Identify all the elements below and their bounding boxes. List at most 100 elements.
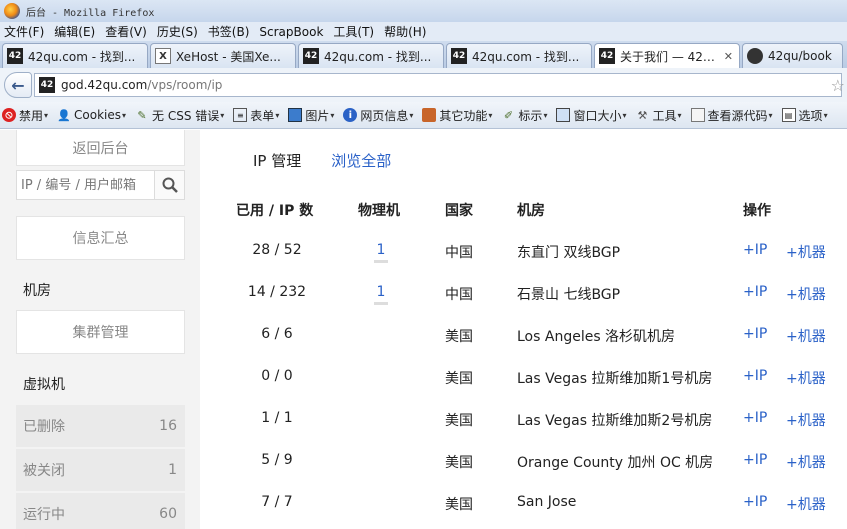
view-source-menu[interactable]: 查看源代码 ▾ [690, 107, 773, 124]
user-icon: 👤 [57, 108, 71, 122]
misc-menu[interactable]: 其它功能 ▾ [422, 107, 492, 124]
country: 美国 [445, 329, 473, 345]
css-menu[interactable]: ✎ 无 CSS 错误 ▾ [135, 107, 224, 124]
used-count: 7 / 7 [261, 494, 293, 510]
physical-link[interactable]: 1 [374, 242, 388, 263]
country: 美国 [445, 497, 473, 513]
add-machine-link[interactable]: +机器 [786, 368, 826, 388]
search-form [16, 170, 185, 200]
menu-bookmarks[interactable]: 书签(B) [208, 23, 250, 40]
add-ip-link[interactable]: +IP [743, 452, 767, 468]
cookies-menu[interactable]: 👤 Cookies ▾ [57, 108, 126, 122]
menu-help[interactable]: 帮助(H) [384, 23, 426, 40]
pencil-icon: ✎ [137, 108, 147, 122]
menu-history[interactable]: 历史(S) [157, 23, 198, 40]
browser-tab[interactable]: X XeHost - 美国Xe... [150, 43, 296, 68]
images-menu[interactable]: 图片 ▾ [288, 107, 334, 124]
room-name: 石景山 七线BGP [517, 287, 621, 303]
url-path: /vps/room/ip [147, 78, 223, 92]
back-to-admin-button[interactable]: 返回后台 [16, 130, 185, 166]
table-row: 7 / 7 美国 San Jose +IP +机器 [200, 494, 847, 529]
header-physical: 物理机 [358, 203, 400, 219]
cluster-manage-button[interactable]: 集群管理 [16, 310, 185, 354]
add-ip-link[interactable]: +IP [743, 284, 767, 300]
main-panel: IP 管理 浏览全部 已用 / IP 数 物理机 国家 机房 操作 28 / 5… [200, 130, 847, 529]
vm-running-item[interactable]: 运行中 60 [16, 493, 185, 529]
search-button[interactable] [154, 170, 185, 200]
browser-tab-active[interactable]: 42 关于我们 — 42区... ✕ [594, 43, 740, 68]
add-machine-link[interactable]: +机器 [786, 494, 826, 514]
add-ip-link[interactable]: +IP [743, 242, 767, 258]
back-arrow-icon[interactable]: ← [4, 72, 32, 98]
options-menu[interactable]: ▤ 选项 ▾ [781, 107, 828, 124]
menu-scrapbook[interactable]: ScrapBook [259, 25, 323, 39]
add-machine-link[interactable]: +机器 [786, 410, 826, 430]
used-count: 0 / 0 [261, 368, 293, 384]
address-bar[interactable]: 42 god.42qu.com /vps/room/ip [34, 73, 842, 97]
menu-view[interactable]: 查看(V) [105, 23, 147, 40]
add-machine-link[interactable]: +机器 [786, 242, 826, 262]
tools-menu[interactable]: ⚒ 工具 ▾ [635, 107, 682, 124]
vm-item-label: 被关闭 [23, 463, 65, 479]
used-count: 28 / 52 [252, 242, 302, 258]
country: 美国 [445, 455, 473, 471]
outline-menu[interactable]: ✐ 标示 ▾ [501, 107, 548, 124]
room-name: Orange County 加州 OC 机房 [517, 455, 714, 471]
table-row: 1 / 1 美国 Las Vegas 拉斯维加斯2号机房 +IP +机器 [200, 410, 847, 452]
add-ip-link[interactable]: +IP [743, 410, 767, 426]
wrench-icon: ⚒ [637, 108, 648, 122]
tab-label: XeHost - 美国Xe... [176, 49, 281, 64]
info-menu[interactable]: i 网页信息 ▾ [343, 107, 413, 124]
add-ip-link[interactable]: +IP [743, 368, 767, 384]
table-row: 5 / 9 美国 Orange County 加州 OC 机房 +IP +机器 [200, 452, 847, 494]
room-name: Los Angeles 洛杉矶机房 [517, 329, 676, 345]
rooms-heading: 机房 [23, 283, 51, 299]
table-row: 28 / 52 1 中国 东直门 双线BGP +IP +机器 [200, 242, 847, 284]
window-icon [556, 108, 571, 122]
add-machine-link[interactable]: +机器 [786, 284, 826, 304]
menu-edit[interactable]: 编辑(E) [54, 23, 95, 40]
physical-link[interactable]: 1 [374, 284, 388, 305]
disable-menu[interactable]: ⦸ 禁用 ▾ [2, 107, 48, 124]
add-ip-link[interactable]: +IP [743, 494, 767, 510]
menu-file[interactable]: 文件(F) [4, 23, 44, 40]
tab-browse-all[interactable]: 浏览全部 [331, 150, 391, 171]
tab-label: 关于我们 — 42区... [620, 49, 718, 64]
site-favicon-icon: 42 [7, 48, 23, 64]
info-icon: i [343, 108, 358, 122]
close-tab-icon[interactable]: ✕ [724, 50, 733, 63]
browser-tab[interactable]: 42qu/book [742, 43, 843, 68]
site-favicon-icon: 42 [303, 48, 319, 64]
table-row: 0 / 0 美国 Las Vegas 拉斯维加斯1号机房 +IP +机器 [200, 368, 847, 410]
summary-button[interactable]: 信息汇总 [16, 216, 185, 260]
document-icon [690, 108, 705, 122]
browser-tab[interactable]: 42 42qu.com - 找到... [298, 43, 444, 68]
bookmark-star-icon[interactable]: ☆ [831, 76, 845, 95]
add-ip-link[interactable]: +IP [743, 326, 767, 342]
room-name: Las Vegas 拉斯维加斯2号机房 [517, 413, 713, 429]
browser-tab[interactable]: 42 42qu.com - 找到... [446, 43, 592, 68]
add-machine-link[interactable]: +机器 [786, 452, 826, 472]
search-icon [162, 177, 178, 193]
search-input[interactable] [16, 170, 154, 200]
forms-menu[interactable]: ≡ 表单 ▾ [233, 107, 279, 124]
country: 中国 [445, 287, 473, 303]
content-tabs: IP 管理 浏览全部 [253, 150, 391, 171]
web-developer-toolbar: ⦸ 禁用 ▾ 👤 Cookies ▾ ✎ 无 CSS 错误 ▾ ≡ 表单 ▾ 图片 ▾ i… [0, 102, 847, 129]
sidebar: 返回后台 信息汇总 机房 集群管理 虚拟机 已删除 16 被关闭 1 运行中 6… [0, 130, 200, 529]
vm-item-count: 16 [159, 418, 177, 434]
toolbox-icon [422, 108, 437, 122]
tab-label: 42qu/book [768, 49, 832, 63]
header-country: 国家 [445, 203, 473, 219]
menu-tools[interactable]: 工具(T) [333, 23, 374, 40]
resize-menu[interactable]: 窗口大小 ▾ [556, 107, 626, 124]
add-machine-link[interactable]: +机器 [786, 326, 826, 346]
room-name: San Jose [517, 494, 577, 510]
tab-label: 42qu.com - 找到... [324, 49, 432, 64]
form-icon: ≡ [233, 108, 248, 122]
vm-closed-item[interactable]: 被关闭 1 [16, 449, 185, 492]
site-favicon-icon: 42 [599, 48, 615, 64]
tab-ip-manage[interactable]: IP 管理 [253, 150, 301, 171]
browser-tab[interactable]: 42 42qu.com - 找到... [2, 43, 148, 68]
vm-deleted-item[interactable]: 已删除 16 [16, 405, 185, 448]
